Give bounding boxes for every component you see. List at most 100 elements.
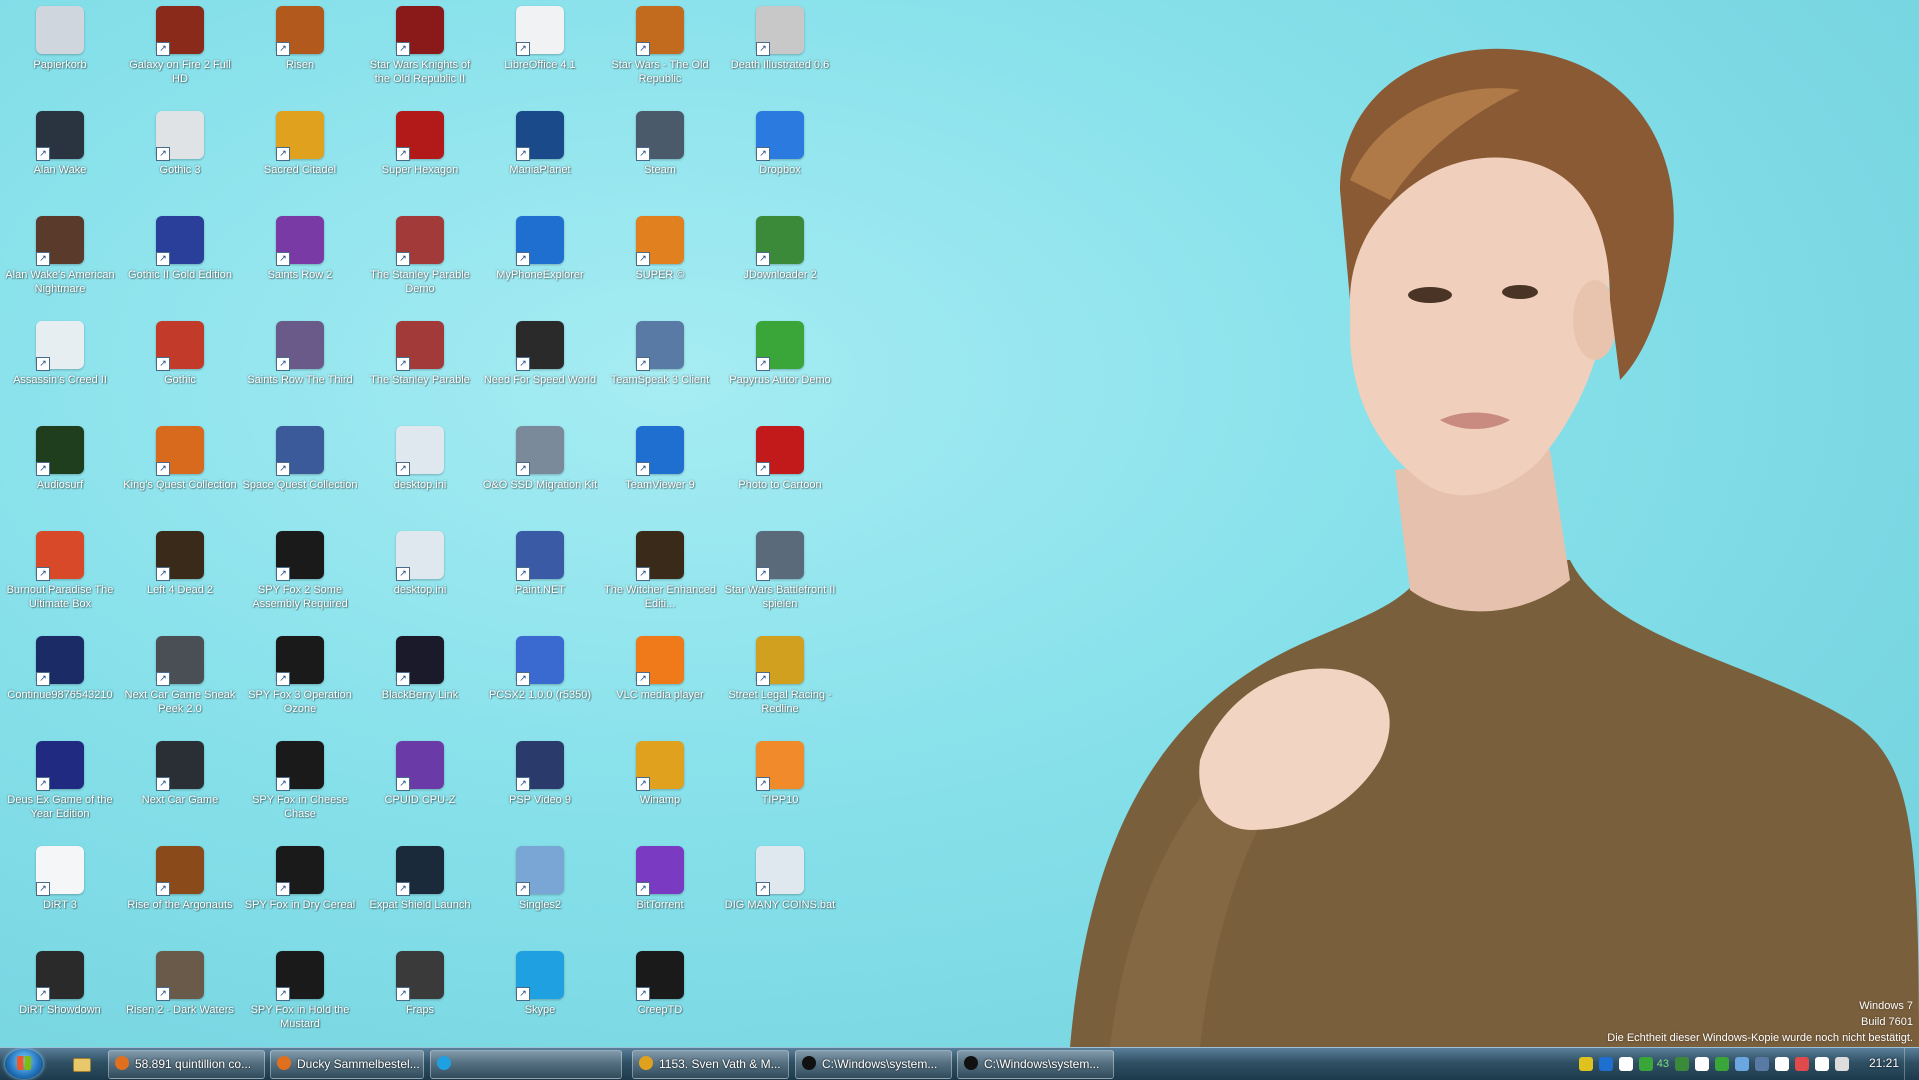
desktop-shortcut[interactable]: ↗ Gothic 3	[120, 109, 240, 209]
clock[interactable]: 21:21	[1869, 1056, 1899, 1070]
desktop-shortcut[interactable]: ↗ The Stanley Parable	[360, 319, 480, 419]
desktop-shortcut[interactable]: ↗ Assassin's Creed II	[0, 319, 120, 419]
desktop-shortcut[interactable]: ↗ Winamp	[600, 739, 720, 839]
tray-icon[interactable]	[1795, 1056, 1809, 1071]
tray-icon[interactable]	[1578, 1056, 1593, 1071]
desktop-shortcut[interactable]: ↗ Paint.NET	[480, 529, 600, 629]
desktop-shortcut[interactable]: ↗ Left 4 Dead 2	[120, 529, 240, 629]
desktop-shortcut[interactable]: ↗ Risen 2 - Dark Waters	[120, 949, 240, 1049]
desktop-shortcut[interactable]: ↗ Street Legal Racing - Redline	[720, 634, 840, 734]
desktop-shortcut[interactable]: ↗ Sacred Citadel	[240, 109, 360, 209]
desktop-shortcut[interactable]: ↗ SPY Fox in Cheese Chase	[240, 739, 360, 839]
desktop-shortcut[interactable]: ↗ Galaxy on Fire 2 Full HD	[120, 4, 240, 104]
desktop-shortcut[interactable]: Papierkorb	[0, 4, 120, 104]
desktop-shortcut[interactable]: ↗ Alan Wake's American Nightmare	[0, 214, 120, 314]
desktop-shortcut[interactable]: ↗ TeamViewer 9	[600, 424, 720, 524]
desktop-shortcut[interactable]: ↗ Continue9876543210	[0, 634, 120, 734]
tray-icon[interactable]	[1755, 1056, 1769, 1071]
desktop-shortcut[interactable]: ↗ Star Wars - The Old Republic	[600, 4, 720, 104]
desktop-shortcut[interactable]: ↗ SPY Fox 2 Some Assembly Required	[240, 529, 360, 629]
desktop-shortcut[interactable]: ↗ Steam	[600, 109, 720, 209]
desktop-shortcut[interactable]: ↗ desktop.ini	[360, 529, 480, 629]
winamp-icon	[639, 1056, 653, 1070]
desktop-shortcut[interactable]: ↗ Singles2	[480, 844, 600, 944]
desktop-shortcut[interactable]: ↗ VLC media player	[600, 634, 720, 734]
tray-icon[interactable]	[1835, 1056, 1849, 1071]
desktop-shortcut[interactable]: ↗ BlackBerry Link	[360, 634, 480, 734]
taskbar-window-button[interactable]: C:\Windows\system...	[957, 1050, 1114, 1079]
desktop-shortcut[interactable]: ↗ SPY Fox in Dry Cereal	[240, 844, 360, 944]
desktop-shortcut[interactable]: ↗ Next Car Game Sneak Peek 2.0	[120, 634, 240, 734]
desktop-shortcut[interactable]: ↗ Rise of the Argonauts	[120, 844, 240, 944]
tray-icon[interactable]	[1735, 1056, 1749, 1071]
desktop-shortcut[interactable]: ↗ ManiaPlanet	[480, 109, 600, 209]
desktop-shortcut[interactable]: ↗ Fraps	[360, 949, 480, 1049]
explorer-pinned-button[interactable]	[64, 1051, 98, 1077]
desktop-shortcut[interactable]: ↗ JDownloader 2	[720, 214, 840, 314]
desktop-shortcut[interactable]: ↗ Skype	[480, 949, 600, 1049]
taskbar-window-button[interactable]: 58.891 quintillion co...	[108, 1050, 265, 1079]
taskbar-window-button[interactable]: C:\Windows\system...	[795, 1050, 952, 1079]
desktop-shortcut[interactable]: ↗ Deus Ex Game of the Year Edition	[0, 739, 120, 839]
cmd-icon	[964, 1056, 978, 1070]
tray-icon[interactable]	[1775, 1056, 1789, 1071]
desktop-shortcut[interactable]: ↗ DIG MANY COINS.bat	[720, 844, 840, 944]
desktop-shortcut[interactable]: ↗ CreepTD	[600, 949, 720, 1049]
desktop-shortcut[interactable]: ↗ MyPhoneExplorer	[480, 214, 600, 314]
desktop-shortcut[interactable]: ↗ PSP Video 9	[480, 739, 600, 839]
tray-icon[interactable]	[1598, 1056, 1613, 1071]
desktop-shortcut[interactable]: ↗ The Stanley Parable Demo	[360, 214, 480, 314]
desktop-shortcut[interactable]: ↗ Papyrus Autor Demo	[720, 319, 840, 419]
desktop-shortcut[interactable]: ↗ O&O SSD Migration Kit	[480, 424, 600, 524]
tray-icon[interactable]	[1618, 1056, 1633, 1071]
desktop-shortcut[interactable]: ↗ TeamSpeak 3 Client	[600, 319, 720, 419]
desktop-shortcut[interactable]: ↗ SPY Fox 3 Operation Ozone	[240, 634, 360, 734]
desktop-shortcut[interactable]: ↗ BitTorrent	[600, 844, 720, 944]
desktop-shortcut[interactable]: ↗ DiRT 3	[0, 844, 120, 944]
desktop-shortcut[interactable]: ↗ Dropbox	[720, 109, 840, 209]
desktop-shortcut[interactable]: ↗ Alan Wake	[0, 109, 120, 209]
desktop-shortcut[interactable]: ↗ Photo to Cartoon	[720, 424, 840, 524]
desktop-shortcut[interactable]: ↗ Space Quest Collection	[240, 424, 360, 524]
desktop-shortcut[interactable]: ↗ CPUID CPU-Z	[360, 739, 480, 839]
desktop-shortcut[interactable]: ↗ Death Illustrated 0.6	[720, 4, 840, 104]
desktop-shortcut[interactable]: ↗ Expat Shield Launch	[360, 844, 480, 944]
desktop-shortcut[interactable]: ↗ Need For Speed World	[480, 319, 600, 419]
show-desktop-button[interactable]	[1904, 1048, 1919, 1080]
shortcut-arrow-icon: ↗	[516, 357, 530, 371]
desktop-shortcut-label: Dropbox	[759, 164, 801, 176]
desktop-shortcut[interactable]: ↗ Saints Row The Third	[240, 319, 360, 419]
desktop-shortcut[interactable]: ↗ Super Hexagon	[360, 109, 480, 209]
desktop-shortcut[interactable]: ↗ Gothic	[120, 319, 240, 419]
shortcut-arrow-icon: ↗	[36, 672, 50, 686]
desktop-shortcut[interactable]: ↗ PCSX2 1.0.0 (r5350)	[480, 634, 600, 734]
desktop-shortcut[interactable]: ↗ Next Car Game	[120, 739, 240, 839]
taskbar-window-button[interactable]	[430, 1050, 622, 1079]
desktop-shortcut[interactable]: ↗ Burnout Paradise The Ultimate Box	[0, 529, 120, 629]
desktop-shortcut[interactable]: ↗ King's Quest Collection	[120, 424, 240, 524]
shortcut-arrow-icon: ↗	[276, 42, 290, 56]
taskbar-window-button[interactable]: Ducky Sammelbestel...	[270, 1050, 424, 1079]
desktop-shortcut[interactable]: ↗ Gothic II Gold Edition	[120, 214, 240, 314]
tray-icon[interactable]	[1675, 1056, 1689, 1071]
tray-icon[interactable]	[1695, 1056, 1709, 1071]
desktop-shortcut[interactable]: ↗ Risen	[240, 4, 360, 104]
desktop-shortcut[interactable]: ↗ SPY Fox in Hold the Mustard	[240, 949, 360, 1049]
desktop-shortcut[interactable]: ↗ DiRT Showdown	[0, 949, 120, 1049]
shortcut-arrow-icon: ↗	[36, 252, 50, 266]
desktop-shortcut[interactable]: ↗ SUPER ©	[600, 214, 720, 314]
desktop-shortcut[interactable]: ↗ Star Wars Battlefront II spielen	[720, 529, 840, 629]
desktop-shortcut[interactable]: ↗ Star Wars Knights of the Old Republic I…	[360, 4, 480, 104]
tray-icon[interactable]	[1638, 1056, 1653, 1071]
desktop-shortcut[interactable]: ↗ The Witcher Enhanced Editi...	[600, 529, 720, 629]
taskbar-window-button[interactable]: 1153. Sven Vath & M...	[632, 1050, 789, 1079]
cmd-icon	[802, 1056, 816, 1070]
desktop-shortcut[interactable]: ↗ desktop.ini	[360, 424, 480, 524]
desktop-shortcut[interactable]: ↗ Saints Row 2	[240, 214, 360, 314]
tray-icon[interactable]	[1815, 1056, 1829, 1071]
desktop-shortcut[interactable]: ↗ Audiosurf	[0, 424, 120, 524]
desktop-shortcut[interactable]: ↗ LibreOffice 4.1	[480, 4, 600, 104]
tray-icon[interactable]	[1715, 1056, 1729, 1071]
desktop-shortcut[interactable]: ↗ TIPP10	[720, 739, 840, 839]
start-button[interactable]	[5, 1049, 43, 1079]
